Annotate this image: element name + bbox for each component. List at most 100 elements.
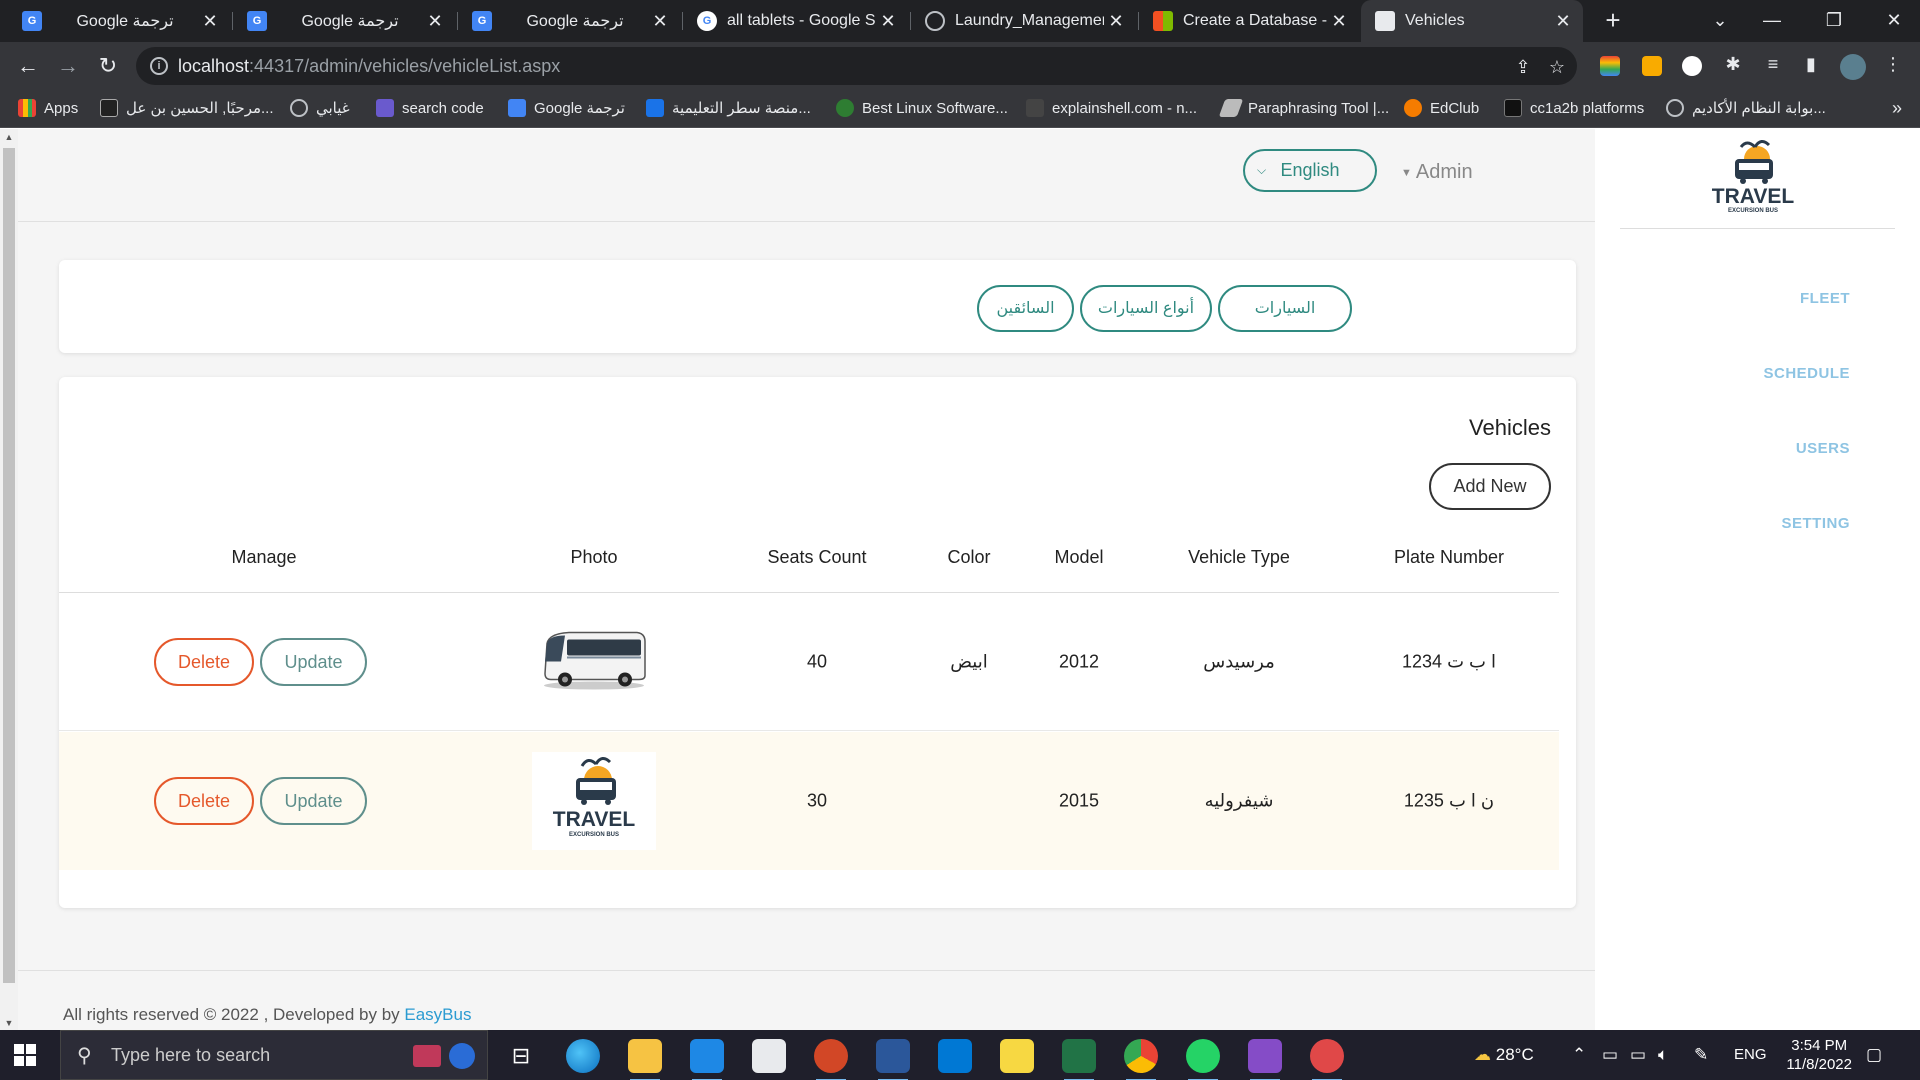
file-explorer-icon[interactable] [628, 1039, 662, 1080]
bookmark-item[interactable]: explainshell.com - n... [1026, 99, 1197, 117]
windows-start-icon[interactable] [14, 1044, 36, 1066]
bookmark-item[interactable]: EdClub [1404, 99, 1479, 117]
svg-text:TRAVEL: TRAVEL [1712, 185, 1795, 208]
sticky-notes-icon[interactable] [1000, 1039, 1034, 1073]
menu-kebab-icon[interactable]: ⋮ [1882, 53, 1904, 75]
back-icon[interactable]: ← [12, 50, 44, 82]
search-highlight-icon [413, 1045, 441, 1067]
page-scrollbar[interactable]: ▲ ▼ [0, 129, 18, 1030]
language-button[interactable]: ⌵ English [1243, 149, 1377, 192]
excel-icon[interactable] [1062, 1039, 1096, 1080]
side-panel-icon[interactable]: ▮ [1800, 53, 1822, 75]
close-window-button[interactable]: ✕ [1868, 0, 1920, 42]
windows-taskbar: ⚲ Type here to search ⊟ ☁ 28°C ⌃ ▭ ▭ 🔈︎ … [0, 1030, 1920, 1080]
browser-tab[interactable]: G Google ترجمة ✕ [458, 0, 680, 42]
easybus-link[interactable]: EasyBus [404, 1005, 471, 1024]
maximize-button[interactable]: ❐ [1808, 0, 1860, 42]
bookmark-item[interactable]: مرحبًا, الحسين بن عل... [100, 99, 274, 117]
close-tab-icon[interactable]: ✕ [1551, 11, 1575, 32]
mail-icon[interactable] [690, 1039, 724, 1080]
chrome-icon[interactable] [1124, 1039, 1158, 1080]
browser-tab[interactable]: G all tablets - Google Se ✕ [683, 0, 908, 42]
sidebar-item-fleet[interactable]: FLEET [1800, 290, 1850, 307]
scroll-up-icon[interactable]: ▲ [3, 132, 15, 142]
tab-drivers[interactable]: السائقين [977, 285, 1074, 332]
bookmark-item[interactable]: غيابي [290, 99, 350, 117]
add-new-button[interactable]: Add New [1429, 463, 1551, 510]
task-view-icon[interactable]: ⊟ [504, 1039, 538, 1073]
close-tab-icon[interactable]: ✕ [1327, 11, 1351, 32]
store-icon[interactable] [752, 1039, 786, 1073]
delete-button[interactable]: Delete [154, 777, 254, 825]
network-icon[interactable]: ▭ [1602, 1045, 1618, 1065]
column-header-photo: Photo [570, 547, 618, 567]
app-icon[interactable] [938, 1039, 972, 1073]
sidebar-item-setting[interactable]: SETTING [1781, 515, 1850, 532]
sidebar-item-schedule[interactable]: SCHEDULE [1763, 365, 1850, 382]
tab-search-icon[interactable]: ⌄ [1694, 0, 1746, 42]
notification-icon[interactable]: ▢ [1866, 1045, 1882, 1065]
puzzle-icon[interactable]: ✱ [1722, 53, 1744, 75]
minimize-button[interactable]: — [1746, 0, 1798, 42]
admin-user-menu[interactable]: ▼ Admin [1401, 161, 1473, 184]
browser-tab[interactable]: G Google ترجمة ✕ [233, 0, 455, 42]
update-button[interactable]: Update [260, 777, 367, 825]
reload-icon[interactable]: ↻ [92, 50, 124, 82]
bookmark-item[interactable]: Paraphrasing Tool |... [1218, 99, 1389, 117]
browser-tab-active[interactable]: Vehicles ✕ [1361, 0, 1583, 42]
taskbar-search-box[interactable]: ⚲ Type here to search [60, 1030, 488, 1080]
close-tab-icon[interactable]: ✕ [1104, 11, 1128, 32]
extension-icon[interactable] [1682, 56, 1702, 76]
globe-icon [290, 99, 308, 117]
scroll-down-icon[interactable]: ▼ [3, 1018, 15, 1028]
volume-icon[interactable]: 🔈︎ [1658, 1045, 1668, 1065]
close-tab-icon[interactable]: ✕ [876, 11, 900, 32]
share-icon[interactable]: ⇪ [1512, 56, 1534, 78]
close-tab-icon[interactable]: ✕ [423, 11, 447, 32]
powerpoint-icon[interactable] [814, 1039, 848, 1080]
tab-vehicles[interactable]: السيارات [1218, 285, 1352, 332]
update-button[interactable]: Update [260, 638, 367, 686]
delete-button[interactable]: Delete [154, 638, 254, 686]
bookmark-item[interactable]: منصة سطر التعليمية... [646, 99, 811, 117]
address-bar[interactable]: i localhost:44317/admin/vehicles/vehicle… [136, 47, 1577, 85]
battery-icon[interactable]: ▭ [1630, 1045, 1646, 1065]
input-language[interactable]: ENG [1734, 1046, 1767, 1063]
bookmark-item[interactable]: Apps [18, 99, 78, 117]
site-info-icon[interactable]: i [150, 57, 168, 75]
pen-icon[interactable]: ✎ [1694, 1045, 1708, 1065]
forward-icon[interactable]: → [52, 50, 84, 82]
snipping-tool-icon[interactable] [1310, 1039, 1344, 1080]
whatsapp-icon[interactable] [1186, 1039, 1220, 1080]
edge-icon[interactable] [566, 1039, 600, 1073]
sidebar-item-users[interactable]: USERS [1796, 440, 1850, 457]
bookmark-item[interactable]: Best Linux Software... [836, 99, 1008, 117]
weather-widget[interactable]: ☁ 28°C [1474, 1045, 1534, 1065]
column-header-color: Color [947, 547, 991, 567]
vehicle-model: 2012 [1058, 651, 1100, 671]
bookmark-star-icon[interactable]: ☆ [1546, 56, 1568, 78]
tray-overflow-icon[interactable]: ⌃ [1572, 1045, 1586, 1065]
tab-vehicle-types[interactable]: أنواع السيارات [1080, 285, 1212, 332]
media-icon[interactable]: ≡ [1762, 53, 1784, 75]
extension-icon[interactable] [1642, 56, 1662, 76]
scrollbar-thumb[interactable] [3, 148, 15, 983]
new-tab-button[interactable]: + [1598, 6, 1628, 36]
browser-tab[interactable]: Laundry_Managemen ✕ [911, 0, 1136, 42]
bookmark-item[interactable]: بوابة النظام الأكاديم... [1666, 99, 1826, 117]
bookmark-item[interactable]: Google ترجمة [508, 99, 625, 117]
visual-studio-icon[interactable] [1248, 1039, 1282, 1080]
browser-tab[interactable]: Create a Database - S ✕ [1139, 0, 1359, 42]
travel-logo[interactable]: TRAVEL EXCURSION BUS [1705, 139, 1801, 224]
extension-icon[interactable] [1600, 56, 1620, 76]
browser-tab[interactable]: G Google ترجمة ✕ [8, 0, 230, 42]
taskbar-clock[interactable]: 3:54 PM 11/8/2022 [1786, 1036, 1852, 1074]
url-text[interactable]: localhost:44317/admin/vehicles/vehicleLi… [178, 56, 560, 77]
profile-avatar[interactable] [1840, 54, 1866, 80]
bookmark-item[interactable]: cc1a2b platforms [1504, 99, 1644, 117]
close-tab-icon[interactable]: ✕ [198, 11, 222, 32]
word-icon[interactable] [876, 1039, 910, 1080]
more-bookmarks-icon[interactable]: » [1892, 98, 1902, 119]
close-tab-icon[interactable]: ✕ [648, 11, 672, 32]
bookmark-item[interactable]: search code [376, 99, 484, 117]
